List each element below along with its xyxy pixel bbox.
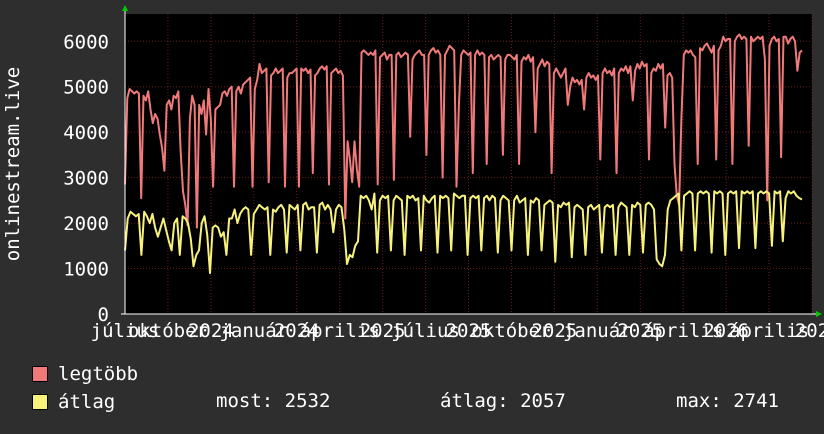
y-axis-arrow-icon xyxy=(122,5,128,11)
y-tick-label: 6000 xyxy=(63,31,109,53)
legend-label-max: legtöbb xyxy=(58,363,139,385)
y-tick-label: 5000 xyxy=(63,77,109,99)
stat-average: átlag: 2057 xyxy=(440,390,566,412)
stat-maximum-value: 2741 xyxy=(733,390,779,412)
stat-average-value: 2057 xyxy=(520,390,566,412)
stat-average-label: átlag: xyxy=(440,390,509,412)
y-axis-title: onlinestream.live xyxy=(2,67,24,261)
legend-label-avg: átlag xyxy=(58,391,116,413)
legend-swatch-max xyxy=(32,366,48,382)
stat-maximum-label: max: xyxy=(676,390,722,412)
chart-root: 0 1000 2000 3000 4000 5000 6000 július október 20… xyxy=(0,0,824,430)
y-tick-label: 3000 xyxy=(63,168,109,190)
stat-current-value: 2532 xyxy=(284,390,331,412)
legend-item-avg: átlag xyxy=(32,391,115,413)
y-tick-label: 1000 xyxy=(63,259,109,281)
x-tick-label: 202 xyxy=(795,320,824,342)
legend-swatch-avg xyxy=(32,394,48,410)
legend-item-max: legtöbb xyxy=(32,363,138,385)
stat-current: most: 2532 xyxy=(216,390,330,412)
stat-maximum: max: 2741 xyxy=(676,390,779,412)
stat-current-label: most: xyxy=(216,390,274,412)
y-tick-label: 4000 xyxy=(63,122,109,144)
y-tick-label: 2000 xyxy=(63,213,109,235)
x-axis-arrow-icon xyxy=(816,311,822,317)
